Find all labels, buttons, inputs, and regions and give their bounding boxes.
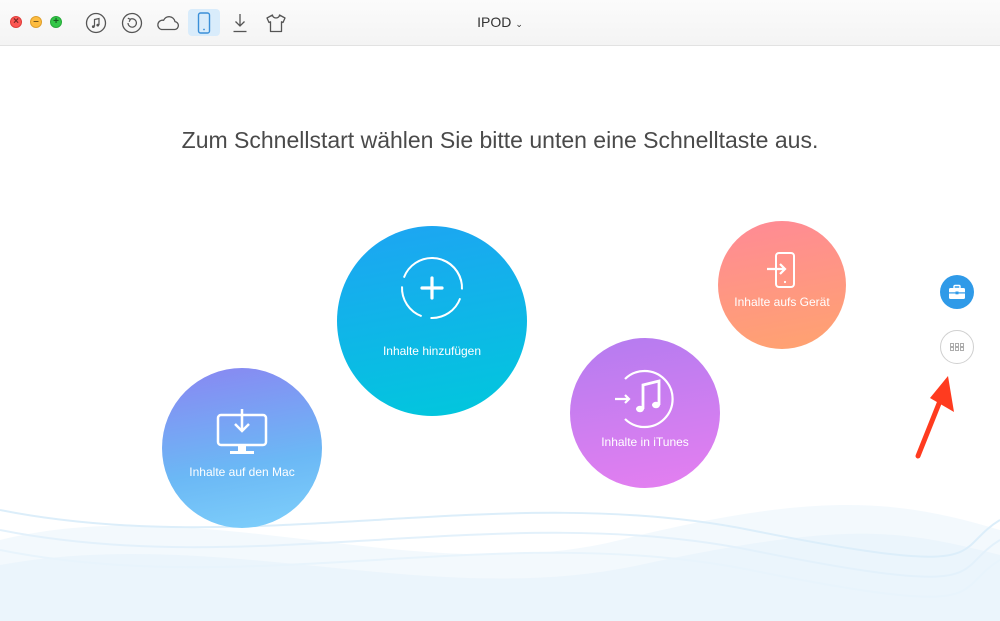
annotation-arrow [915,376,954,459]
grid-icon [950,343,964,351]
page-headline: Zum Schnellstart wählen Sie bitte unten … [181,127,819,153]
export-to-mac-label: Inhalte auf den Mac [189,465,295,479]
toolbox-icon [949,284,965,299]
itunes-transfer-icon [615,369,674,429]
cloud-icon [157,15,179,30]
add-content-button[interactable]: Inhalte hinzufügen [337,226,527,416]
device-icon [197,11,211,34]
window-maximize-button[interactable]: + [50,16,62,28]
add-content-label: Inhalte hinzufügen [382,344,482,358]
download-icon [233,13,247,32]
export-to-itunes-label: Inhalte in iTunes [601,435,689,449]
minimize-icon: – [33,16,39,27]
toolbar-restore-button[interactable] [116,9,148,36]
window-minimize-button[interactable]: – [30,16,42,28]
transfer-to-device-label: Inhalte aufs Gerät [734,295,830,309]
export-to-itunes-button[interactable]: Inhalte in iTunes [570,338,720,488]
shirt-icon [266,13,286,32]
toolbar-cloud-button[interactable] [152,9,184,36]
computer-download-icon [216,409,268,454]
music-note-icon [85,12,107,33]
device-name: IPOD [477,14,512,30]
maximize-icon: + [53,16,59,27]
chevron-down-icon: ⌄ [515,19,523,29]
add-icon [401,257,463,319]
device-selector-button[interactable]: IPOD ⌄ [477,14,523,30]
close-icon: × [13,16,19,27]
toolbar-download-button[interactable] [224,9,256,36]
grid-view-button[interactable] [940,330,974,364]
transfer-to-device-button[interactable]: Inhalte aufs Gerät [718,221,846,349]
toolbar-device-button[interactable] [188,9,220,36]
device-import-icon [767,252,795,288]
toolbar-music-button[interactable] [80,9,112,36]
restore-icon [121,12,143,33]
export-to-mac-button[interactable]: Inhalte auf den Mac [162,368,322,528]
background-wave-decoration [0,505,1000,621]
window-close-button[interactable]: × [10,16,22,28]
toolbox-button[interactable] [940,275,974,309]
toolbar-shirt-button[interactable] [260,9,292,36]
